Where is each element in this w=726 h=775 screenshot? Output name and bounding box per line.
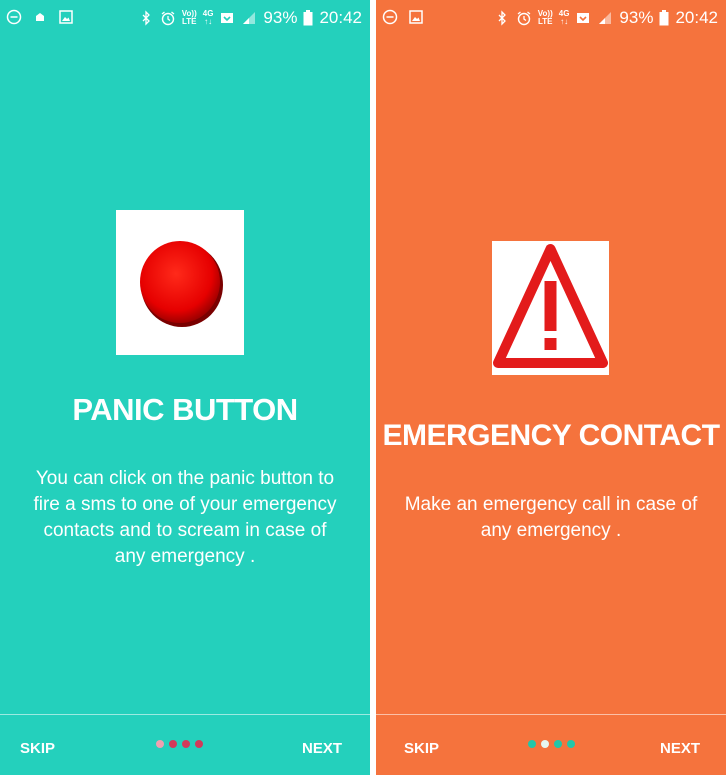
red-button-icon — [140, 241, 223, 327]
screen-description: You can click on the panic button to fir… — [33, 468, 337, 567]
signal-icon — [243, 12, 256, 24]
page-indicator — [528, 740, 575, 748]
screen-title: EMERGENCY CONTACT — [382, 419, 720, 452]
page-dot-active — [541, 740, 549, 748]
page-dot — [567, 740, 575, 748]
bottom-divider — [0, 714, 370, 715]
volte-line2: LTE — [538, 17, 553, 26]
screen-title: PANIC BUTTON — [72, 392, 298, 427]
next-button[interactable]: NEXT — [302, 740, 342, 757]
skip-button[interactable]: SKIP — [20, 740, 55, 757]
alarm-icon — [161, 11, 175, 26]
warning-triangle-icon — [493, 244, 608, 368]
4g-icon: 4G ↑↓ — [559, 10, 570, 26]
net-line2: ↑↓ — [204, 17, 213, 26]
battery-icon — [659, 10, 669, 26]
do-not-disturb-icon — [6, 9, 22, 25]
page-dot — [169, 740, 177, 748]
battery-percent: 93% — [263, 8, 298, 27]
skip-button[interactable]: SKIP — [404, 740, 439, 757]
data-saver-icon — [221, 13, 234, 23]
volte-icon: Vo)) LTE — [538, 10, 553, 26]
4g-icon: 4G ↑↓ — [203, 10, 214, 26]
alarm-icon — [517, 11, 531, 26]
do-not-disturb-icon — [382, 9, 398, 25]
data-saver-icon — [577, 13, 590, 23]
page-dot — [195, 740, 203, 748]
status-bar: Vo)) LTE 4G ↑↓ 93% 20:42 — [0, 0, 370, 36]
page-dot-active — [156, 740, 164, 748]
page-dot — [528, 740, 536, 748]
page-dot — [182, 740, 190, 748]
screen-description: Make an emergency call in case of any em… — [404, 494, 698, 541]
status-bar: Vo)) LTE 4G ↑↓ 93% 20:42 — [376, 0, 726, 36]
next-button[interactable]: NEXT — [660, 740, 700, 757]
panic-button-image — [116, 210, 244, 355]
volte-line2: LTE — [182, 17, 197, 26]
clock: 20:42 — [675, 8, 718, 27]
volte-icon: Vo)) LTE — [182, 10, 197, 26]
bottom-divider — [376, 714, 726, 715]
battery-percent: 93% — [619, 8, 654, 27]
signal-icon — [599, 12, 612, 24]
emergency-contact-screen: Vo)) LTE 4G ↑↓ 93% 20:42 EMERGENCY CONTACT… — [376, 0, 726, 775]
clock: 20:42 — [319, 8, 362, 27]
panic-button-screen: Vo)) LTE 4G ↑↓ 93% 20:42 PANIC BUTTON You … — [0, 0, 370, 775]
bluetooth-icon — [142, 10, 150, 26]
page-dot — [554, 740, 562, 748]
notification-icon — [36, 13, 44, 21]
bluetooth-icon — [498, 10, 506, 26]
net-line2: ↑↓ — [560, 17, 569, 26]
battery-icon — [303, 10, 313, 26]
gallery-icon — [409, 10, 423, 24]
page-indicator — [156, 740, 203, 748]
gallery-icon — [59, 10, 73, 24]
warning-image — [492, 241, 609, 375]
